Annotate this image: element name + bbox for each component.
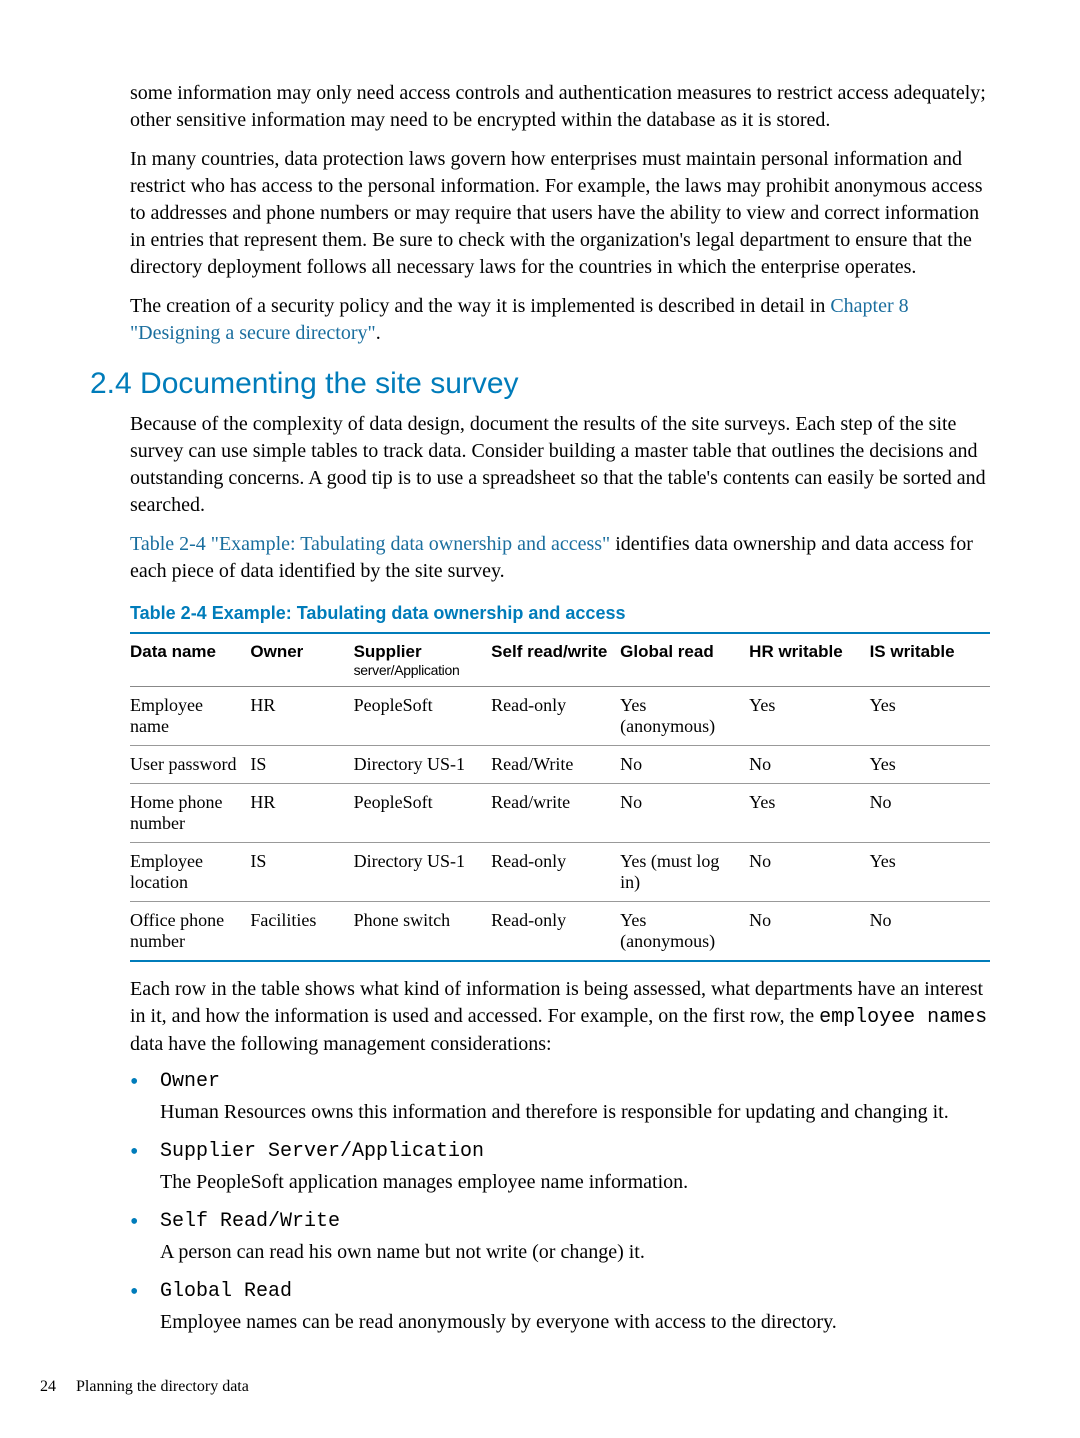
- cell: Employee location: [130, 843, 250, 902]
- cell: No: [749, 843, 869, 902]
- list-description: A person can read his own name but not w…: [160, 1239, 990, 1266]
- cell: Read/Write: [491, 746, 620, 784]
- cell: No: [749, 746, 869, 784]
- cell: Home phone number: [130, 784, 250, 843]
- table-row: Home phone number HR PeopleSoft Read/wri…: [130, 784, 990, 843]
- cell: Facilities: [250, 902, 353, 962]
- list-item: Global Read Employee names can be read a…: [130, 1280, 990, 1336]
- cell: Yes (anonymous): [620, 687, 749, 746]
- paragraph: Table 2-4 "Example: Tabulating data owne…: [90, 531, 990, 585]
- list-description: Employee names can be read anonymously b…: [160, 1309, 990, 1336]
- page-number: 24: [40, 1378, 56, 1395]
- cell: Office phone number: [130, 902, 250, 962]
- table-row: Employee name HR PeopleSoft Read-only Ye…: [130, 687, 990, 746]
- paragraph: Each row in the table shows what kind of…: [90, 976, 990, 1058]
- cell: Yes: [870, 746, 990, 784]
- cell: Employee name: [130, 687, 250, 746]
- column-header-main: Supplier: [354, 642, 422, 661]
- cell: No: [749, 902, 869, 962]
- list-term: Self Read/Write: [160, 1210, 990, 1233]
- text: data have the following management consi…: [130, 1033, 552, 1055]
- table-body: Employee name HR PeopleSoft Read-only Ye…: [130, 687, 990, 962]
- paragraph: The creation of a security policy and th…: [90, 293, 990, 347]
- list-item: Supplier Server/Application The PeopleSo…: [130, 1140, 990, 1196]
- bullet-list: Owner Human Resources owns this informat…: [90, 1070, 990, 1336]
- list-term: Supplier Server/Application: [160, 1140, 990, 1163]
- cell: PeopleSoft: [354, 687, 492, 746]
- table-caption: Table 2-4 Example: Tabulating data owner…: [130, 603, 990, 624]
- paragraph: some information may only need access co…: [90, 80, 990, 134]
- list-description: Human Resources owns this information an…: [160, 1099, 990, 1126]
- cell: No: [870, 902, 990, 962]
- table-header-row: Data name Owner Supplier server/Applicat…: [130, 633, 990, 687]
- cell: Phone switch: [354, 902, 492, 962]
- list-description: The PeopleSoft application manages emplo…: [160, 1169, 990, 1196]
- paragraph: In many countries, data protection laws …: [90, 146, 990, 281]
- cell: No: [620, 746, 749, 784]
- list-term: Owner: [160, 1070, 990, 1093]
- cell: Yes: [870, 687, 990, 746]
- cell: IS: [250, 843, 353, 902]
- cell: Read/write: [491, 784, 620, 843]
- text: .: [376, 322, 381, 344]
- list-term: Global Read: [160, 1280, 990, 1303]
- column-header: Global read: [620, 633, 749, 687]
- cell: PeopleSoft: [354, 784, 492, 843]
- table-row: Employee location IS Directory US-1 Read…: [130, 843, 990, 902]
- cell: Read-only: [491, 843, 620, 902]
- table-row: Office phone number Facilities Phone swi…: [130, 902, 990, 962]
- cell: Yes: [749, 687, 869, 746]
- cell: Yes: [870, 843, 990, 902]
- column-header: HR writable: [749, 633, 869, 687]
- cell: IS: [250, 746, 353, 784]
- column-header-sub: server/Application: [354, 662, 486, 678]
- cell: No: [620, 784, 749, 843]
- cell: HR: [250, 687, 353, 746]
- cell: Directory US-1: [354, 843, 492, 902]
- cell: Read-only: [491, 902, 620, 962]
- page-footer: 24 Planning the directory data: [40, 1378, 249, 1396]
- cell: Yes (anonymous): [620, 902, 749, 962]
- list-item: Self Read/Write A person can read his ow…: [130, 1210, 990, 1266]
- section-heading: 2.4 Documenting the site survey: [90, 367, 990, 401]
- cell: User password: [130, 746, 250, 784]
- code-text: employee names: [819, 1006, 987, 1029]
- footer-chapter-title: Planning the directory data: [76, 1378, 249, 1395]
- list-item: Owner Human Resources owns this informat…: [130, 1070, 990, 1126]
- cell: Directory US-1: [354, 746, 492, 784]
- column-header: Data name: [130, 633, 250, 687]
- data-table: Data name Owner Supplier server/Applicat…: [130, 632, 990, 962]
- cell: HR: [250, 784, 353, 843]
- cell: Yes (must log in): [620, 843, 749, 902]
- paragraph: Because of the complexity of data design…: [90, 411, 990, 519]
- cell: No: [870, 784, 990, 843]
- cell: Yes: [749, 784, 869, 843]
- table-row: User password IS Directory US-1 Read/Wri…: [130, 746, 990, 784]
- column-header: Owner: [250, 633, 353, 687]
- cell: Read-only: [491, 687, 620, 746]
- text: The creation of a security policy and th…: [130, 295, 830, 317]
- column-header: IS writable: [870, 633, 990, 687]
- column-header: Supplier server/Application: [354, 633, 492, 687]
- cross-reference-link[interactable]: Table 2-4 "Example: Tabulating data owne…: [130, 533, 610, 555]
- column-header: Self read/write: [491, 633, 620, 687]
